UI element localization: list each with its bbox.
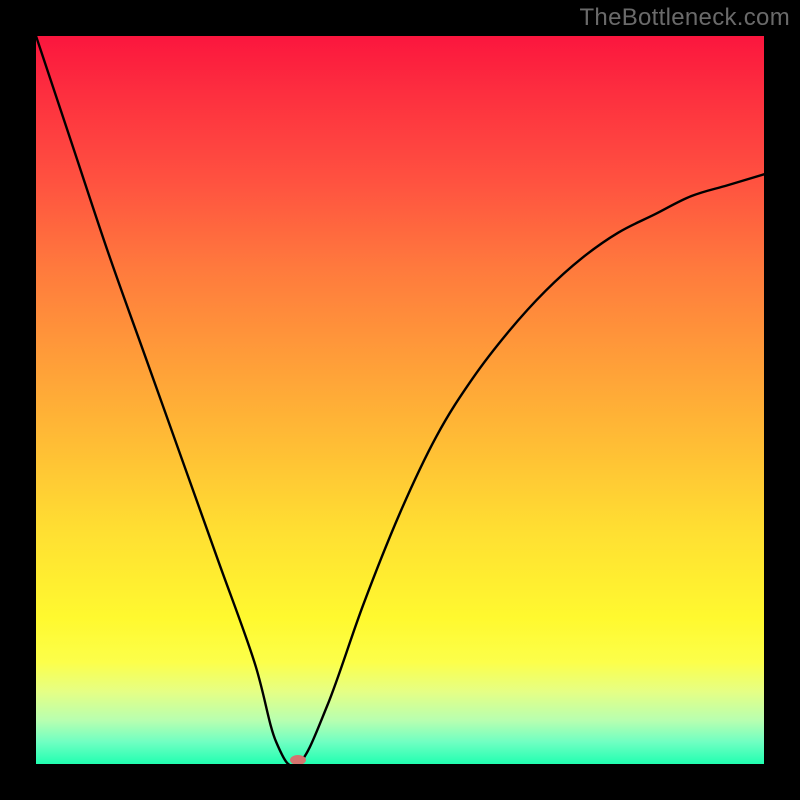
bottleneck-curve-path [36,36,764,764]
plot-area [36,36,764,764]
watermark-text: TheBottleneck.com [579,4,790,32]
chart-frame: TheBottleneck.com [0,0,800,800]
minimum-marker [290,755,306,764]
curve-layer [36,36,764,764]
